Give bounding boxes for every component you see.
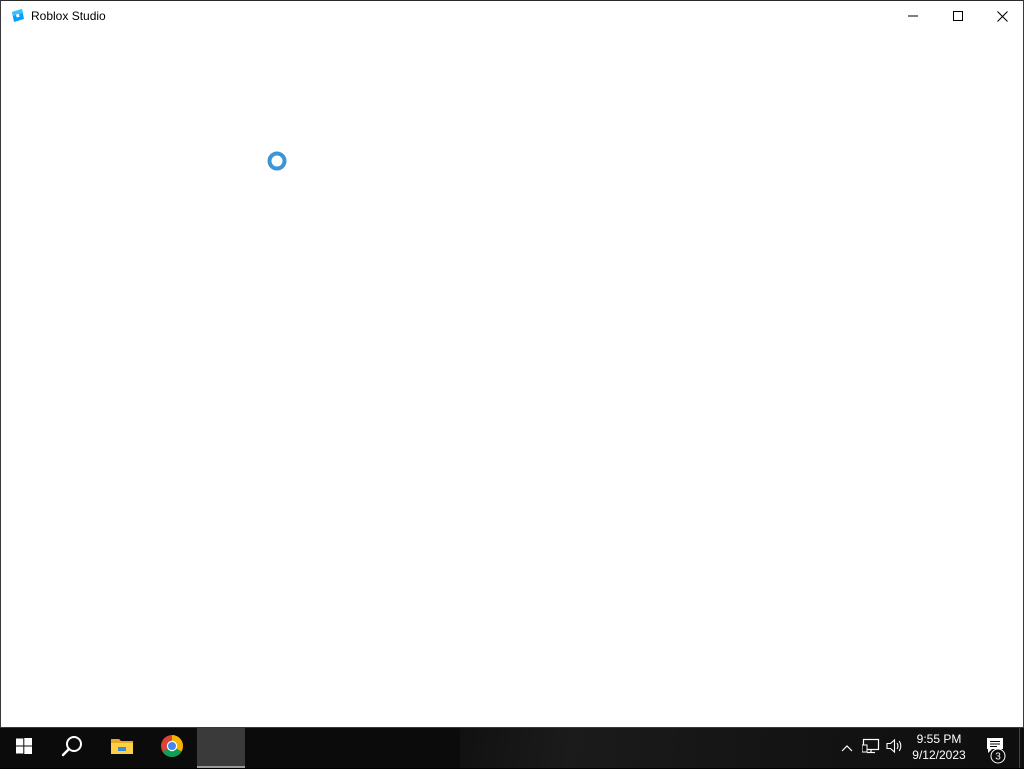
network-icon — [861, 738, 880, 759]
windows-start-icon — [16, 737, 32, 759]
loading-spinner-icon — [266, 150, 288, 172]
roblox-studio-taskbar-button[interactable] — [197, 728, 245, 768]
volume-button[interactable] — [884, 728, 906, 768]
show-hidden-icons-button[interactable] — [838, 728, 856, 768]
notification-badge: 3 — [990, 748, 1006, 769]
taskbar: 9:55 PM 9/12/2023 — [0, 728, 1024, 768]
search-icon — [61, 735, 83, 762]
roblox-studio-window: Roblox Studio — [0, 0, 1024, 728]
clock-button[interactable]: 9:55 PM 9/12/2023 — [906, 728, 972, 768]
start-button[interactable] — [0, 728, 48, 768]
window-title: Roblox Studio — [31, 9, 106, 23]
clock-time: 9:55 PM — [916, 732, 962, 746]
folder-icon — [110, 736, 134, 761]
minimize-button[interactable] — [890, 1, 935, 31]
close-button[interactable] — [980, 1, 1024, 31]
close-icon — [997, 10, 1008, 22]
show-desktop-button[interactable] — [1019, 728, 1020, 768]
chrome-icon — [160, 734, 184, 763]
file-explorer-button[interactable] — [98, 728, 146, 768]
notification-count: 3 — [995, 752, 1001, 763]
title-bar[interactable]: Roblox Studio — [1, 1, 1023, 31]
search-button[interactable] — [48, 728, 96, 768]
clock-date: 9/12/2023 — [912, 748, 966, 762]
chevron-up-icon — [841, 739, 853, 757]
maximize-icon — [952, 11, 963, 21]
network-button[interactable] — [860, 728, 882, 768]
minimize-icon — [907, 11, 918, 21]
chrome-button[interactable] — [148, 728, 196, 768]
roblox-studio-icon — [10, 8, 26, 24]
loading-content-area — [1, 31, 1023, 727]
volume-icon — [886, 738, 904, 759]
maximize-button[interactable] — [935, 1, 980, 31]
